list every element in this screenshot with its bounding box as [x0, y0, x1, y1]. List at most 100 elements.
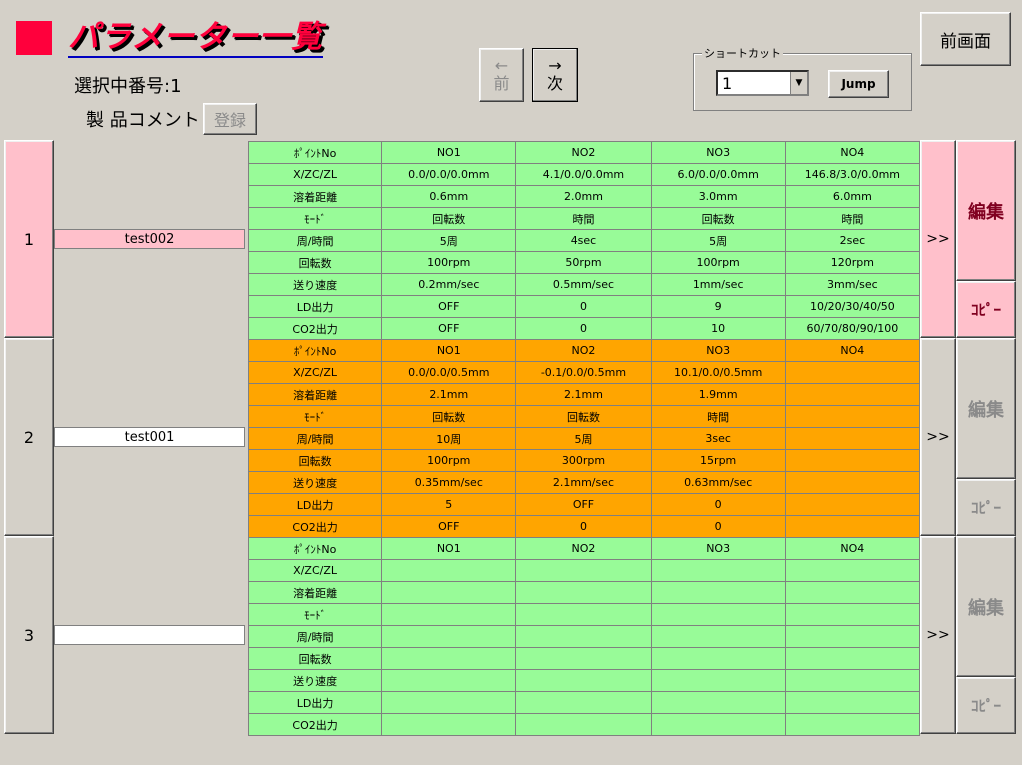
table-cell[interactable]: [650, 647, 786, 670]
column-header-cell[interactable]: NO4: [784, 339, 921, 362]
table-cell[interactable]: 0.6mm: [381, 185, 517, 208]
column-header-cell[interactable]: NO2: [515, 537, 652, 560]
row-label-cell[interactable]: 回転数: [247, 449, 383, 472]
edit-button[interactable]: 編集: [956, 536, 1016, 677]
row-label-cell[interactable]: 周/時間: [247, 427, 383, 450]
table-cell[interactable]: 4.1/0.0/0.0mm: [515, 163, 652, 186]
table-cell[interactable]: OFF: [381, 317, 517, 340]
table-cell[interactable]: [650, 625, 786, 648]
column-header-cell[interactable]: NO2: [515, 141, 652, 164]
table-cell[interactable]: 50rpm: [515, 251, 652, 274]
table-cell[interactable]: 15rpm: [650, 449, 786, 472]
table-cell[interactable]: OFF: [381, 515, 517, 538]
table-cell[interactable]: [381, 581, 517, 604]
column-header-cell[interactable]: NO3: [650, 339, 786, 362]
table-cell[interactable]: 0.2mm/sec: [381, 273, 517, 296]
table-cell[interactable]: [515, 691, 652, 714]
row-label-cell[interactable]: CO2出力: [247, 515, 383, 538]
row-label-cell[interactable]: X/ZC/ZL: [247, 163, 383, 186]
table-cell[interactable]: [381, 559, 517, 582]
copy-button[interactable]: ｺﾋﾟｰ: [956, 281, 1016, 338]
table-cell[interactable]: [784, 471, 921, 494]
row-label-cell[interactable]: 溶着距離: [247, 383, 383, 406]
row-label-cell[interactable]: ﾓｰﾄﾞ: [247, 405, 383, 428]
table-cell[interactable]: -0.1/0.0/0.5mm: [515, 361, 652, 384]
table-cell[interactable]: [515, 625, 652, 648]
table-cell[interactable]: OFF: [515, 493, 652, 516]
table-cell[interactable]: [381, 669, 517, 692]
table-cell[interactable]: 0: [515, 295, 652, 318]
table-cell[interactable]: 10.1/0.0/0.5mm: [650, 361, 786, 384]
column-header-cell[interactable]: NO2: [515, 339, 652, 362]
register-button[interactable]: 登録: [203, 103, 257, 135]
column-header-cell[interactable]: NO1: [381, 141, 517, 164]
table-cell[interactable]: 2.1mm: [381, 383, 517, 406]
table-cell[interactable]: 3mm/sec: [784, 273, 921, 296]
table-cell[interactable]: 0.35mm/sec: [381, 471, 517, 494]
table-cell[interactable]: 0: [650, 515, 786, 538]
column-header-cell[interactable]: NO4: [784, 141, 921, 164]
shortcut-select[interactable]: 1 ▼: [716, 70, 809, 96]
row-label-cell[interactable]: 送り速度: [247, 273, 383, 296]
table-cell[interactable]: [515, 713, 652, 736]
table-cell[interactable]: 5周: [515, 427, 652, 450]
next-button[interactable]: → 次: [532, 48, 578, 102]
prev-screen-button[interactable]: 前画面: [920, 12, 1011, 66]
table-cell[interactable]: [784, 361, 921, 384]
row-label-cell[interactable]: ﾎﾟｲﾝﾄNo: [247, 141, 383, 164]
table-cell[interactable]: 0: [515, 317, 652, 340]
table-cell[interactable]: 時間: [784, 207, 921, 230]
row-label-cell[interactable]: CO2出力: [247, 317, 383, 340]
table-cell[interactable]: [784, 691, 921, 714]
table-cell[interactable]: 100rpm: [650, 251, 786, 274]
row-label-cell[interactable]: 溶着距離: [247, 581, 383, 604]
row-label-cell[interactable]: X/ZC/ZL: [247, 559, 383, 582]
table-cell[interactable]: 5周: [381, 229, 517, 252]
table-cell[interactable]: 回転数: [381, 207, 517, 230]
table-cell[interactable]: [784, 427, 921, 450]
row-label-cell[interactable]: ﾓｰﾄﾞ: [247, 603, 383, 626]
column-header-cell[interactable]: NO1: [381, 537, 517, 560]
table-cell[interactable]: [381, 603, 517, 626]
table-cell[interactable]: 0: [515, 515, 652, 538]
table-cell[interactable]: 3.0mm: [650, 185, 786, 208]
row-label-cell[interactable]: 送り速度: [247, 669, 383, 692]
row-label-cell[interactable]: X/ZC/ZL: [247, 361, 383, 384]
table-cell[interactable]: 300rpm: [515, 449, 652, 472]
row-label-cell[interactable]: ﾎﾟｲﾝﾄNo: [247, 537, 383, 560]
table-cell[interactable]: 60/70/80/90/100: [784, 317, 921, 340]
table-cell[interactable]: [381, 625, 517, 648]
row-label-cell[interactable]: 周/時間: [247, 625, 383, 648]
table-cell[interactable]: 2.1mm: [515, 383, 652, 406]
table-cell[interactable]: [650, 559, 786, 582]
table-cell[interactable]: [381, 647, 517, 670]
table-cell[interactable]: 2.1mm/sec: [515, 471, 652, 494]
table-cell[interactable]: [784, 405, 921, 428]
table-cell[interactable]: 回転数: [515, 405, 652, 428]
block-number-button[interactable]: 2: [4, 338, 54, 536]
table-cell[interactable]: 100rpm: [381, 251, 517, 274]
table-cell[interactable]: [784, 449, 921, 472]
chevron-down-icon[interactable]: ▼: [790, 72, 807, 94]
table-cell[interactable]: [784, 669, 921, 692]
table-cell[interactable]: 0: [650, 493, 786, 516]
row-label-cell[interactable]: 溶着距離: [247, 185, 383, 208]
table-cell[interactable]: 1mm/sec: [650, 273, 786, 296]
table-cell[interactable]: [784, 383, 921, 406]
block-comment-field[interactable]: [54, 625, 245, 645]
row-label-cell[interactable]: 送り速度: [247, 471, 383, 494]
column-header-cell[interactable]: NO1: [381, 339, 517, 362]
table-cell[interactable]: 回転数: [381, 405, 517, 428]
row-label-cell[interactable]: LD出力: [247, 493, 383, 516]
table-cell[interactable]: [381, 713, 517, 736]
row-label-cell[interactable]: CO2出力: [247, 713, 383, 736]
row-label-cell[interactable]: 回転数: [247, 251, 383, 274]
table-cell[interactable]: [784, 647, 921, 670]
block-number-button[interactable]: 3: [4, 536, 54, 734]
expand-arrow-button[interactable]: >>: [920, 338, 956, 536]
table-cell[interactable]: 0.63mm/sec: [650, 471, 786, 494]
table-cell[interactable]: 0.0/0.0/0.5mm: [381, 361, 517, 384]
table-cell[interactable]: 6.0/0.0/0.0mm: [650, 163, 786, 186]
table-cell[interactable]: 2sec: [784, 229, 921, 252]
table-cell[interactable]: 9: [650, 295, 786, 318]
